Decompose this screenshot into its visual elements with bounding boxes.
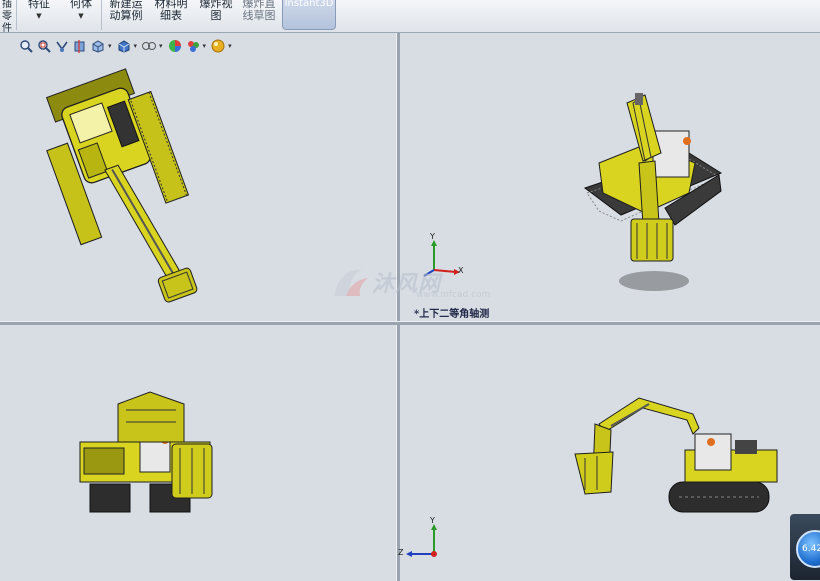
features-button[interactable]: 特征 ▼ — [24, 0, 54, 21]
triad-y-label: Y — [430, 232, 435, 241]
viewport-right[interactable] — [399, 324, 820, 581]
command-ribbon: 插 零 件 特征 ▼ 何体 ▼ 新建运 动算例 材料明 细表 爆炸视 图 爆炸直… — [0, 0, 820, 34]
performance-badge[interactable]: 6.42 — [790, 514, 820, 580]
reference-triad-top: Y X — [420, 232, 468, 280]
viewport-splitter-horizontal[interactable] — [0, 321, 820, 325]
instant3d-button[interactable]: Instant3D — [282, 0, 336, 30]
ribbon-separator — [101, 0, 102, 30]
viewport-top[interactable] — [0, 33, 396, 321]
reference-triad-bottom: Y Z — [398, 516, 446, 564]
features-label: 特征 — [28, 0, 50, 10]
new-motion-study-button[interactable]: 新建运 动算例 — [106, 0, 146, 22]
triad-z-label: Z — [398, 548, 404, 557]
badge-value: 6.42 — [796, 530, 820, 568]
triad-y-label: Y — [430, 516, 435, 525]
chevron-down-icon: ▼ — [36, 12, 42, 20]
explode-line-sketch-button[interactable]: 爆炸直 线草图 — [238, 0, 280, 22]
view-orientation-label: *上下二等角轴测 — [414, 309, 490, 320]
insert-part-button[interactable]: 插 零 件 — [0, 0, 14, 34]
excavator-front-view-model — [79, 391, 213, 513]
triad-x-label: X — [458, 266, 464, 275]
exploded-view-button[interactable]: 爆炸视 图 — [196, 0, 236, 22]
geometry-label: 何体 — [70, 0, 92, 10]
geometry-button[interactable]: 何体 ▼ — [66, 0, 96, 21]
viewport-splitter-vertical[interactable] — [396, 33, 400, 581]
excavator-top-view-model — [45, 68, 198, 303]
viewport-front[interactable] — [0, 324, 396, 581]
insert-part-label: 插 零 件 — [2, 0, 12, 34]
ribbon-separator — [16, 0, 17, 30]
chevron-down-icon: ▼ — [78, 12, 84, 20]
excavator-side-view-model — [574, 397, 778, 513]
bill-of-materials-button[interactable]: 材料明 细表 — [151, 0, 191, 22]
